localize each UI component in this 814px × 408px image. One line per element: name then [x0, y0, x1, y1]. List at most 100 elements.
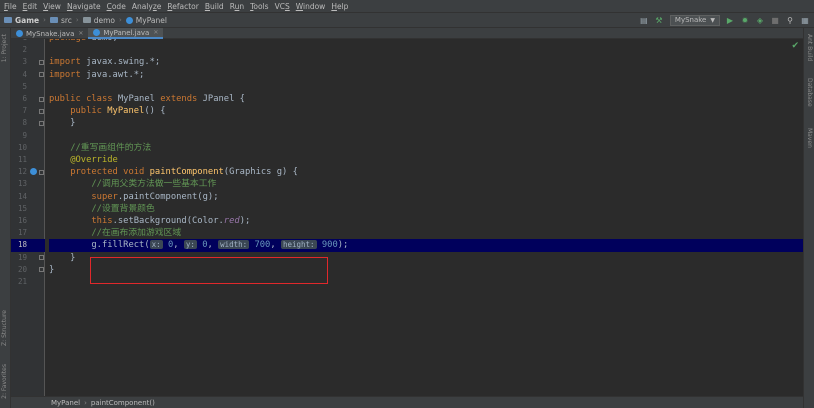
fold-marker-icon[interactable] — [39, 120, 44, 126]
run-icon[interactable]: ▶ — [725, 15, 735, 25]
code-line[interactable] — [49, 44, 803, 56]
menu-item[interactable]: File — [4, 2, 17, 11]
breadcrumb-package-label: demo — [93, 15, 115, 25]
favorites-tool-button[interactable]: 2: Favorites — [1, 364, 8, 399]
line-number: 8 — [22, 118, 27, 128]
breadcrumb: Game › src › demo › MyPanel — [0, 16, 634, 25]
breadcrumb-src[interactable]: src — [49, 15, 72, 25]
left-tool-window-bar: 1: Project Z: Structure 2: Favorites — [0, 28, 11, 408]
status-crumb-method[interactable]: paintComponent() — [91, 399, 155, 407]
coverage-icon[interactable]: ◈ — [755, 15, 765, 25]
menu-item[interactable]: Window — [296, 2, 326, 11]
line-number: 4 — [22, 69, 27, 79]
line-number: 13 — [17, 179, 27, 189]
maven-tool-button[interactable]: Maven — [806, 128, 813, 148]
breadcrumb-file[interactable]: MyPanel — [125, 16, 167, 25]
code-line[interactable]: g.fillRect(x: 0, y: 0, width: 700, heigh… — [49, 239, 803, 252]
stop-icon[interactable]: ■ — [770, 15, 780, 25]
code-line[interactable]: protected void paintComponent(Graphics g… — [49, 166, 803, 178]
menu-item[interactable]: VCS — [275, 2, 290, 11]
tab-mysnake[interactable]: MySnake.java ✕ — [11, 28, 88, 39]
project-folder-icon — [4, 17, 12, 23]
breadcrumb-project[interactable]: Game — [4, 16, 39, 25]
code-line[interactable]: @Override — [49, 154, 803, 166]
menu-bar: File Edit View Navigate Code Analyze Refactor B… — [0, 0, 814, 12]
fold-marker-icon[interactable] — [39, 96, 44, 102]
line-number: 2 — [22, 45, 27, 55]
line-number: 11 — [17, 155, 27, 164]
breadcrumb-separator: › — [43, 16, 46, 24]
menu-item[interactable]: Navigate — [67, 2, 101, 11]
code-line[interactable] — [49, 130, 803, 142]
menu-item[interactable]: Run — [230, 2, 244, 11]
line-number: 20 — [17, 264, 27, 274]
build-hammer-icon[interactable]: ⚒ — [654, 15, 664, 25]
chevron-down-icon: ▼ — [710, 16, 715, 24]
structure-tool-button[interactable]: Z: Structure — [1, 310, 8, 346]
code-line[interactable]: //调用父类方法做一些基本工作 — [49, 178, 803, 190]
code-line[interactable]: import java.awt.*; — [49, 69, 803, 81]
line-number: 3 — [22, 57, 27, 67]
fold-marker-icon[interactable] — [39, 59, 44, 65]
code-line[interactable]: public MyPanel() { — [49, 105, 803, 117]
code-line[interactable]: super.paintComponent(g); — [49, 191, 803, 203]
close-icon[interactable]: ✕ — [153, 29, 158, 36]
fold-marker-icon[interactable] — [39, 72, 44, 78]
code-line[interactable]: //设置背景颜色 — [49, 203, 803, 215]
tab-label: MyPanel.java — [103, 28, 150, 37]
search-icon[interactable]: ⚲ — [785, 15, 795, 25]
line-number: 14 — [17, 191, 27, 201]
close-icon[interactable]: ✕ — [78, 30, 83, 37]
run-configuration-select[interactable]: MySnake ▼ — [669, 14, 720, 26]
line-number-gutter: 123456789101112131415161718192021 — [11, 39, 45, 396]
code-editor[interactable]: 123456789101112131415161718192021 packag… — [11, 39, 803, 396]
menu-item[interactable]: Help — [331, 2, 348, 11]
database-tool-button[interactable]: Database — [806, 78, 813, 107]
ant-build-tool-button[interactable]: Ant Build — [806, 34, 813, 61]
package-folder-icon — [82, 17, 91, 23]
fold-marker-icon[interactable] — [39, 108, 44, 114]
line-number: 19 — [17, 252, 27, 262]
line-number: 10 — [17, 142, 27, 152]
database-icon[interactable]: ▦ — [800, 15, 810, 25]
override-marker-icon[interactable] — [30, 168, 37, 176]
menu-item[interactable]: Edit — [23, 2, 38, 11]
code-line[interactable] — [49, 81, 803, 93]
class-icon — [16, 30, 23, 37]
project-tool-button[interactable]: 1: Project — [1, 34, 8, 62]
tab-mypanel[interactable]: MyPanel.java ✕ — [88, 28, 164, 39]
breadcrumb-project-label: Game — [15, 15, 40, 25]
code-line[interactable]: //重写画组件的方法 — [49, 142, 803, 154]
code-line[interactable]: public class MyPanel extends JPanel { — [49, 93, 803, 105]
layout-icon[interactable]: ▤ — [639, 15, 649, 25]
menu-item[interactable]: Code — [107, 2, 126, 11]
fold-marker-icon[interactable] — [39, 267, 44, 273]
menu-item[interactable]: View — [43, 2, 61, 11]
line-number: 18 — [17, 240, 27, 250]
code-line[interactable]: this.setBackground(Color.red); — [49, 215, 803, 227]
code-line[interactable]: } — [49, 117, 803, 129]
menu-item[interactable]: Analyze — [132, 2, 162, 11]
menu-item[interactable]: Build — [205, 2, 224, 11]
status-crumb-class[interactable]: MyPanel — [51, 399, 80, 407]
fold-marker-icon[interactable] — [39, 255, 44, 261]
code-line[interactable]: import javax.swing.*; — [49, 56, 803, 68]
line-number: 17 — [17, 228, 27, 238]
menu-item[interactable]: Tools — [250, 2, 268, 11]
code-area[interactable]: package demo;import javax.swing.*;import… — [49, 39, 803, 396]
class-icon — [93, 29, 101, 36]
breadcrumb-separator: › — [84, 398, 87, 407]
line-number: 16 — [17, 216, 27, 225]
breadcrumb-src-label: src — [60, 15, 72, 25]
fold-marker-icon[interactable] — [39, 169, 44, 175]
line-number: 15 — [17, 203, 27, 213]
debug-icon[interactable]: ✹ — [740, 15, 750, 25]
breadcrumb-package[interactable]: demo — [82, 15, 115, 25]
code-line[interactable]: //在画布添加游戏区域 — [49, 227, 803, 239]
line-number: 12 — [17, 167, 27, 177]
run-configuration-label: MySnake — [674, 16, 707, 24]
tab-label: MySnake.java — [26, 29, 75, 38]
menu-item[interactable]: Refactor — [167, 2, 198, 11]
toolbar: ▤ ⚒ MySnake ▼ ▶ ✹ ◈ ■ ⚲ ▦ — [634, 14, 814, 26]
line-number: 5 — [22, 81, 27, 91]
